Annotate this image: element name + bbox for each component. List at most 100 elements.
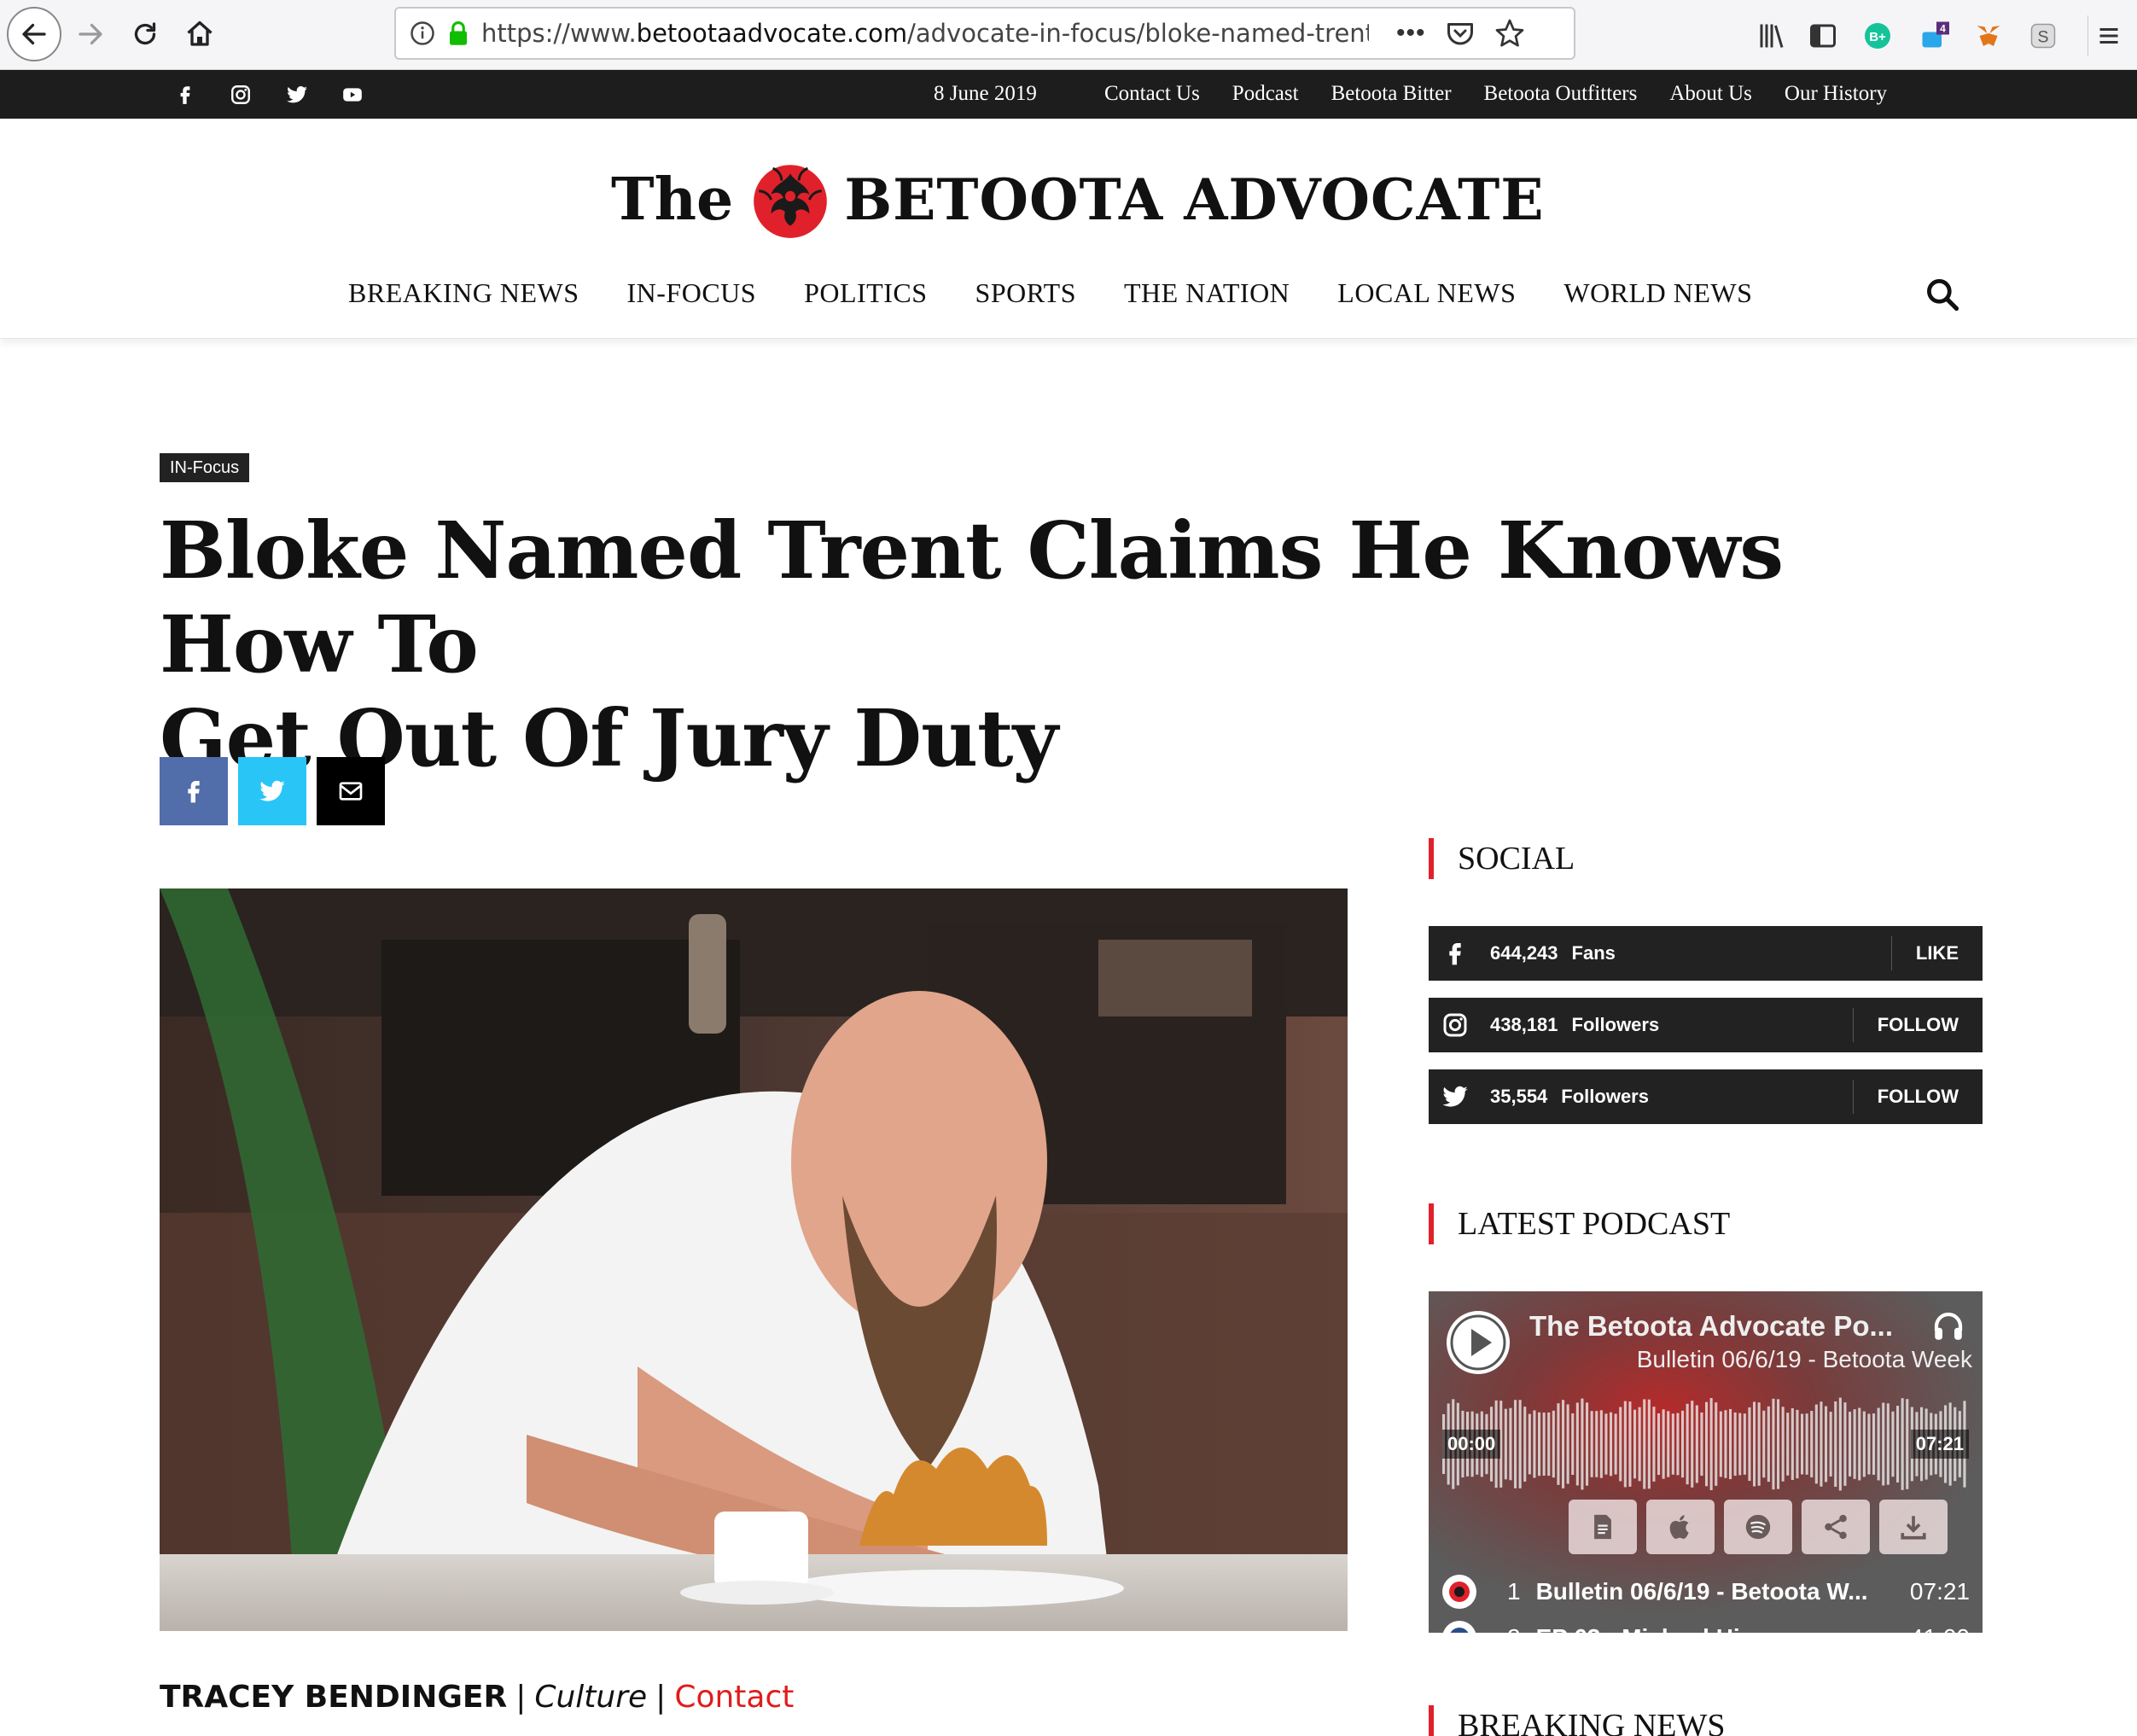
facebook-like-button[interactable]: LIKE — [1890, 936, 1983, 970]
waveform-bar — [1906, 1399, 1909, 1489]
twitter-label: Followers — [1561, 1086, 1649, 1107]
topbar-link-contact[interactable]: Contact Us — [1104, 82, 1200, 106]
waveform-bar — [1872, 1413, 1876, 1475]
logo-name: BETOOTA ADVOCATE — [844, 166, 1545, 233]
extension-badge-button[interactable]: 4 — [1913, 15, 1954, 56]
url-prefix: https://www. — [481, 19, 637, 48]
site-logo[interactable]: The BETOOTA ADVOCATE — [611, 153, 1545, 247]
topbar-youtube-link[interactable] — [338, 80, 367, 109]
info-icon[interactable] — [410, 20, 435, 46]
share-email-button[interactable] — [317, 757, 385, 825]
grammarly-label: B+ — [1869, 30, 1886, 44]
topbar-instagram-link[interactable] — [226, 80, 255, 109]
share-facebook-button[interactable] — [160, 757, 228, 825]
social-facebook-row[interactable]: 644,243 Fans LIKE — [1429, 926, 1983, 981]
instagram-icon — [1429, 998, 1482, 1052]
grammarly-extension[interactable]: B+ — [1857, 15, 1898, 56]
twitter-follow-button[interactable]: FOLLOW — [1852, 1080, 1983, 1114]
waveform-bar — [1786, 1413, 1790, 1476]
grammarly-icon: B+ — [1865, 23, 1890, 49]
waveform-bar — [1858, 1407, 1861, 1481]
address-bar[interactable]: https://www.betootaadvocate.com/advocate… — [394, 7, 1575, 60]
topbar-link-betoota-bitter[interactable]: Betoota Bitter — [1331, 82, 1452, 106]
waveform-bar — [1791, 1408, 1794, 1480]
forward-button[interactable] — [63, 7, 118, 61]
waveform-bar — [1853, 1409, 1856, 1479]
nav-in-focus[interactable]: IN-FOCUS — [626, 277, 756, 309]
nav-local-news[interactable]: LOCAL NEWS — [1337, 277, 1516, 309]
podcast-transcript-button[interactable] — [1569, 1500, 1637, 1554]
library-button[interactable] — [1751, 15, 1792, 56]
url-text[interactable]: https://www.betootaadvocate.com/advocate… — [481, 19, 1369, 48]
instagram-follow-button[interactable]: FOLLOW — [1852, 1008, 1983, 1042]
track-thumbnail — [1442, 1575, 1476, 1609]
podcast-player: The Betoota Advocate Po... Bulletin 06/6… — [1429, 1291, 1983, 1633]
waveform-bar — [1575, 1402, 1579, 1486]
topbar-link-history[interactable]: Our History — [1785, 82, 1887, 106]
waveform-bar — [1796, 1409, 1799, 1479]
topbar-link-podcast[interactable]: Podcast — [1232, 82, 1299, 106]
podcast-track-item[interactable]: 1 Bulletin 06/6/19 - Betoota W... 07:21 — [1442, 1573, 1971, 1611]
topbar-link-outfitters[interactable]: Betoota Outfitters — [1484, 82, 1638, 106]
article-hero-image — [160, 888, 1348, 1631]
reload-icon — [134, 22, 156, 45]
library-icon — [1760, 24, 1784, 48]
search-icon[interactable] — [1924, 276, 1961, 313]
podcast-waveform[interactable] — [1442, 1392, 1968, 1496]
share-twitter-button[interactable] — [238, 757, 306, 825]
apple-icon — [1669, 1515, 1689, 1539]
byline-contact-link[interactable]: Contact — [674, 1680, 794, 1715]
podcast-share-button[interactable] — [1802, 1500, 1870, 1554]
waveform-bar — [1762, 1410, 1766, 1478]
topbar-twitter-link[interactable] — [282, 80, 312, 109]
waveform-bar — [1748, 1407, 1751, 1482]
waveform-bar — [1504, 1408, 1507, 1480]
podcast-download-button[interactable] — [1879, 1500, 1948, 1554]
site-top-bar: 8 June 2019 Contact Us Podcast Betoota B… — [0, 70, 2137, 119]
social-twitter-row[interactable]: 35,554 Followers FOLLOW — [1429, 1069, 1983, 1124]
waveform-bar — [1867, 1413, 1871, 1475]
nav-politics[interactable]: POLITICS — [804, 277, 927, 309]
waveform-bar — [1599, 1410, 1603, 1478]
podcast-track-item[interactable]: 2 EP 63 - Michael Hi... 41:00 — [1442, 1619, 1971, 1633]
waveform-bar — [1743, 1413, 1746, 1475]
topbar-link-about[interactable]: About Us — [1669, 82, 1752, 106]
nav-sports[interactable]: SPORTS — [975, 277, 1076, 309]
podcast-apple-button[interactable] — [1646, 1500, 1715, 1554]
back-button[interactable] — [7, 7, 61, 61]
bookmark-star-icon[interactable] — [1494, 18, 1525, 49]
lock-icon[interactable] — [447, 20, 469, 46]
nav-the-nation[interactable]: THE NATION — [1124, 277, 1290, 309]
page-actions-button[interactable]: ••• — [1396, 19, 1426, 48]
category-badge[interactable]: IN-Focus — [160, 453, 250, 482]
reload-button[interactable] — [118, 7, 172, 61]
waveform-bar — [1715, 1402, 1718, 1486]
home-button[interactable] — [172, 7, 227, 61]
nav-breaking-news[interactable]: BREAKING NEWS — [348, 277, 579, 309]
author-name[interactable]: TRACEY BENDINGER — [160, 1680, 507, 1715]
play-icon[interactable] — [1444, 1308, 1512, 1377]
byline-section[interactable]: Culture — [534, 1680, 647, 1715]
menu-button[interactable] — [2088, 15, 2128, 56]
metamask-extension[interactable] — [1968, 15, 2009, 56]
pocket-icon[interactable] — [1445, 18, 1476, 49]
podcast-show-title[interactable]: The Betoota Advocate Po... — [1529, 1310, 1893, 1343]
twitter-icon — [287, 86, 307, 103]
waveform-bar — [1700, 1413, 1703, 1476]
nav-world-news[interactable]: WORLD NEWS — [1563, 277, 1752, 309]
headphones-icon[interactable] — [1930, 1308, 1966, 1344]
waveform-bar — [1610, 1412, 1613, 1477]
home-icon — [187, 20, 213, 46]
waveform-bar — [1533, 1410, 1536, 1478]
hamburger-icon — [2099, 28, 2117, 44]
waveform-bar — [1586, 1402, 1589, 1486]
podcast-spotify-button[interactable] — [1724, 1500, 1792, 1554]
url-domain: betootaadvocate.com — [636, 19, 908, 48]
social-instagram-row[interactable]: 438,181 Followers FOLLOW — [1429, 998, 1983, 1052]
topbar-facebook-link[interactable] — [171, 80, 200, 109]
waveform-bar — [1729, 1408, 1732, 1480]
sidebar-toggle-button[interactable] — [1802, 15, 1843, 56]
s-extension[interactable]: S — [2023, 15, 2064, 56]
headline-line-2: Get Out Of Jury Duty — [160, 692, 1058, 784]
waveform-bar — [1781, 1407, 1785, 1482]
